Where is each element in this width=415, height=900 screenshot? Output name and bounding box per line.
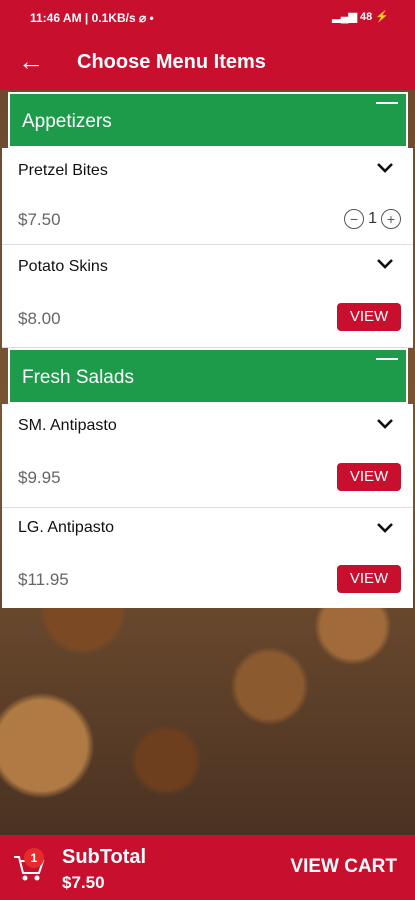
status-icons: ▂▄▆ 48 ⚡: [332, 11, 389, 23]
item-price: $7.50: [18, 210, 61, 229]
item-price: $8.00: [18, 309, 61, 328]
plus-icon[interactable]: +: [381, 209, 401, 229]
item-price: $11.95: [18, 570, 69, 589]
subtotal-value: $7.50: [62, 873, 105, 892]
collapse-icon[interactable]: [376, 102, 398, 104]
menu-item[interactable]: Potato Skins $8.00 VIEW: [2, 245, 413, 348]
back-arrow-icon[interactable]: ←: [18, 46, 44, 77]
page-title: Choose Menu Items: [77, 51, 266, 73]
chevron-down-icon[interactable]: [375, 256, 395, 275]
cart-count-badge: 1: [24, 848, 44, 868]
minus-icon[interactable]: −: [344, 209, 365, 229]
item-name: Potato Skins: [18, 258, 108, 275]
menu-item[interactable]: LG. Antipasto $11.95 VIEW: [2, 508, 413, 608]
quantity-value: 1: [368, 210, 377, 227]
section-header-fresh-salads[interactable]: Fresh Salads: [8, 348, 408, 404]
item-name: LG. Antipasto: [18, 519, 115, 536]
section-header-appetizers[interactable]: Appetizers: [8, 92, 408, 148]
quantity-stepper[interactable]: − 1 +: [344, 209, 401, 229]
menu-item[interactable]: SM. Antipasto $9.95 VIEW: [2, 404, 413, 508]
app-bar: ← Choose Menu Items: [0, 36, 415, 90]
subtotal-label: SubTotal: [62, 846, 147, 868]
chevron-down-icon[interactable]: [375, 520, 395, 539]
section-label: Fresh Salads: [22, 367, 134, 388]
view-button[interactable]: VIEW: [337, 303, 401, 331]
section-label: Appetizers: [22, 111, 112, 132]
item-name: Pretzel Bites: [18, 162, 108, 179]
item-price: $9.95: [18, 468, 61, 487]
chevron-down-icon[interactable]: [375, 160, 395, 179]
chevron-down-icon[interactable]: [375, 416, 395, 435]
menu-item[interactable]: Pretzel Bites $7.50 − 1 +: [2, 148, 413, 245]
item-name: SM. Antipasto: [18, 417, 117, 434]
view-cart-button[interactable]: VIEW CART: [290, 856, 397, 878]
view-button[interactable]: VIEW: [337, 463, 401, 491]
view-button[interactable]: VIEW: [337, 565, 401, 593]
cart-bar: 1 SubTotal $7.50 VIEW CART: [0, 835, 415, 900]
status-bar: 11:46 AM | 0.1KB/s ⌀ • ▂▄▆ 48 ⚡: [0, 0, 415, 36]
collapse-icon[interactable]: [376, 358, 398, 360]
status-time: 11:46 AM | 0.1KB/s ⌀ •: [30, 11, 154, 25]
